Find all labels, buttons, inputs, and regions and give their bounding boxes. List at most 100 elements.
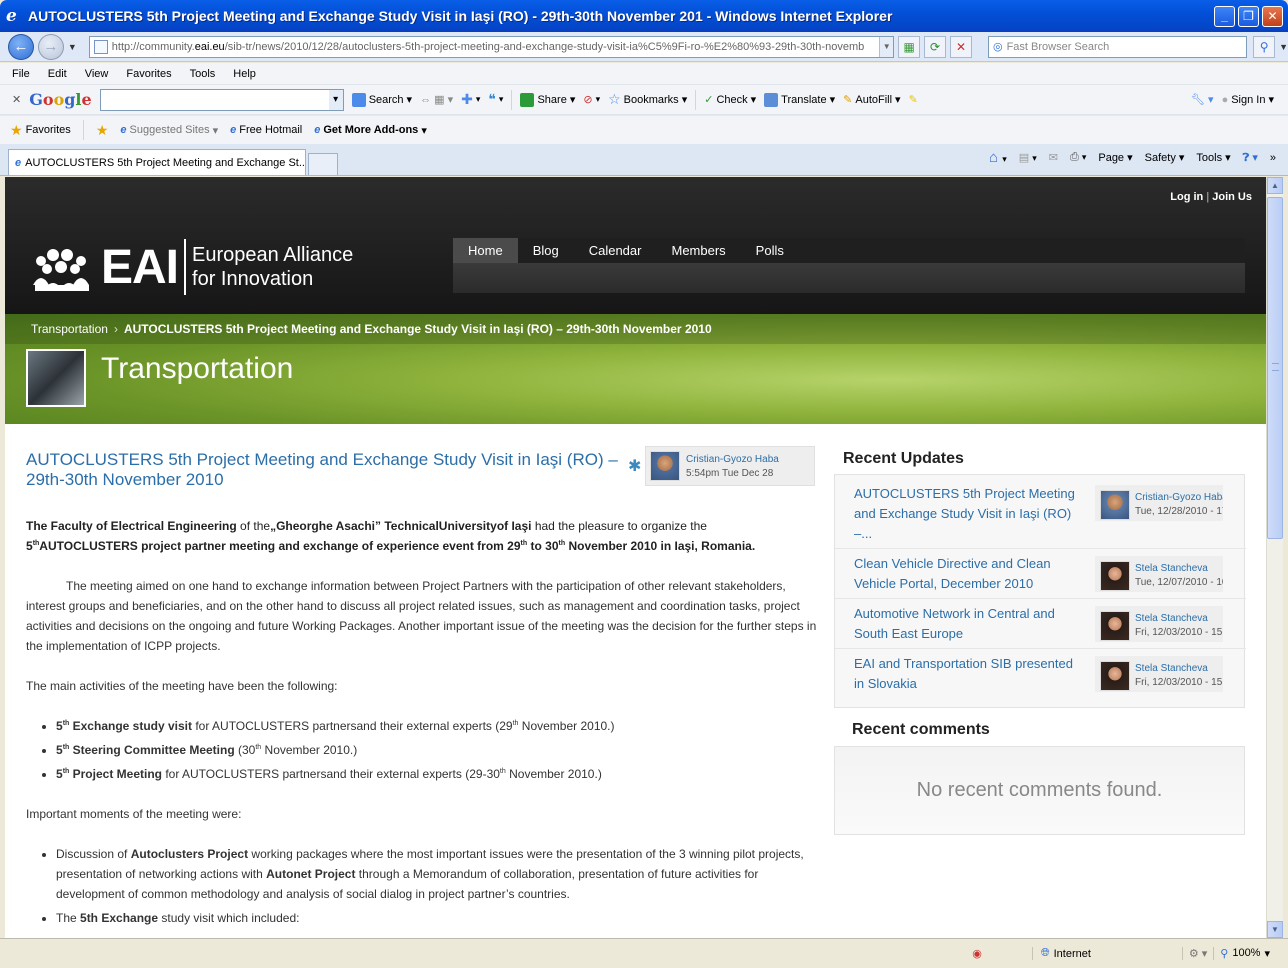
close-toolbar-icon[interactable]: ✕ bbox=[12, 93, 21, 106]
author-avatar[interactable] bbox=[650, 451, 680, 481]
print-icon[interactable]: ⎙ ▾ bbox=[1070, 151, 1086, 164]
mail-icon[interactable]: ✉ bbox=[1049, 151, 1058, 164]
nav-members[interactable]: Members bbox=[656, 238, 740, 263]
feeds-icon[interactable]: ▤ ▾ bbox=[1019, 151, 1037, 164]
update-author[interactable]: Stela Stancheva bbox=[1135, 613, 1223, 624]
avatar[interactable] bbox=[1100, 561, 1130, 591]
menu-tools[interactable]: Tools bbox=[190, 68, 216, 80]
get-more-addons-link[interactable]: e Get More Add-ons ▾ bbox=[314, 124, 427, 137]
close-window-button[interactable]: ✕ bbox=[1262, 5, 1283, 27]
safety-menu[interactable]: Safety ▾ bbox=[1145, 151, 1185, 164]
update-title-link[interactable]: Automotive Network in Central and South … bbox=[854, 604, 1086, 644]
share-icon bbox=[520, 92, 535, 107]
highlighter-icon[interactable]: ✎ bbox=[909, 93, 918, 106]
history-dropdown-icon[interactable]: ▼ bbox=[68, 42, 77, 52]
home-icon[interactable]: ⌂ ▾ bbox=[989, 149, 1007, 166]
add-favorites-icon[interactable]: ★ bbox=[96, 122, 109, 139]
popup-blocker-button[interactable]: ⊘ ▾ bbox=[583, 93, 600, 106]
update-date: Tue, 12/28/2010 - 17:54 bbox=[1135, 506, 1223, 517]
update-title-link[interactable]: EAI and Transportation SIB presented in … bbox=[854, 654, 1086, 694]
search-go-icon[interactable]: ⚲ bbox=[1253, 35, 1276, 58]
refresh-icon[interactable]: ⟳ bbox=[924, 35, 947, 58]
address-dropdown-icon[interactable]: ▼ bbox=[879, 36, 894, 57]
update-title-link[interactable]: Clean Vehicle Directive and Clean Vehicl… bbox=[854, 554, 1086, 594]
more-commands-icon[interactable]: » bbox=[1270, 152, 1276, 164]
avatar[interactable] bbox=[1100, 490, 1130, 520]
page-options-button[interactable]: ⇔ ▦ ▾ bbox=[420, 93, 453, 106]
zoom-control[interactable]: ⚲ 100% ▾ bbox=[1213, 947, 1288, 960]
chat-button[interactable]: ❝ ▾ bbox=[488, 91, 503, 108]
minimize-button[interactable]: _ bbox=[1214, 5, 1235, 27]
update-author[interactable]: Stela Stancheva bbox=[1135, 663, 1223, 674]
login-links: Log in | Join Us bbox=[1170, 191, 1252, 203]
menu-file[interactable]: File bbox=[12, 68, 30, 80]
check-button[interactable]: ✓ Check ▾ bbox=[704, 93, 756, 107]
free-hotmail-link[interactable]: e Free Hotmail bbox=[230, 124, 302, 136]
google-logo[interactable]: Google bbox=[29, 90, 91, 109]
menu-edit[interactable]: Edit bbox=[48, 68, 67, 80]
favorites-button[interactable]: ★ Favorites bbox=[10, 122, 71, 139]
site-header: Log in | Join Us EAI European Alliance fo… bbox=[5, 177, 1266, 314]
help-icon[interactable]: ❓︎ ▾ bbox=[1243, 151, 1258, 165]
sign-in-button[interactable]: ● Sign In ▾ bbox=[1222, 93, 1274, 107]
spellcheck-icon: ✓ bbox=[704, 94, 714, 106]
eai-logo[interactable]: EAI European Alliance for Innovation bbox=[31, 239, 353, 295]
join-link[interactable]: Join Us bbox=[1212, 191, 1252, 203]
nav-polls[interactable]: Polls bbox=[741, 238, 799, 263]
forward-button[interactable]: → bbox=[37, 33, 64, 60]
scroll-down-icon[interactable]: ▼ bbox=[1267, 921, 1283, 938]
favorites-bar: ★ Favorites ★ e Suggested Sites ▾ e Free Ho… bbox=[0, 116, 1288, 144]
privacy-icon[interactable]: ◉ bbox=[972, 947, 982, 960]
menu-view[interactable]: View bbox=[85, 68, 109, 80]
update-author[interactable]: Cristian-Gyozo Haba bbox=[1135, 492, 1223, 503]
tab-autoclusters[interactable]: e AUTOCLUSTERS 5th Project Meeting and E… bbox=[8, 149, 306, 175]
translate-icon bbox=[764, 92, 779, 107]
avatar[interactable] bbox=[1100, 611, 1130, 641]
new-tab-button[interactable] bbox=[308, 153, 338, 175]
list-item: Automotive Network in Central and South … bbox=[835, 599, 1246, 649]
update-author[interactable]: Stela Stancheva bbox=[1135, 563, 1223, 574]
login-link[interactable]: Log in bbox=[1170, 191, 1203, 203]
menu-help[interactable]: Help bbox=[233, 68, 256, 80]
nav-calendar[interactable]: Calendar bbox=[574, 238, 657, 263]
ie-logo-icon: e bbox=[6, 5, 17, 26]
author-name[interactable]: Cristian-Gyozo Haba bbox=[686, 454, 779, 465]
nav-blog[interactable]: Blog bbox=[518, 238, 574, 263]
list-item: AUTOCLUSTERS 5th Project Meeting and Exc… bbox=[835, 475, 1246, 549]
share-button[interactable]: Share ▾ bbox=[520, 92, 575, 107]
address-bar[interactable]: http://community.eai.eu/sib-tr/news/2010… bbox=[88, 35, 895, 58]
ie-small-icon: e bbox=[120, 124, 127, 136]
status-bar: ◉ 🌐︎ Internet ⚙ ▾ ⚲ 100% ▾ bbox=[0, 938, 1288, 968]
google-search-button[interactable]: Search ▾ bbox=[351, 92, 412, 107]
scroll-thumb[interactable] bbox=[1267, 197, 1283, 539]
compatibility-view-icon[interactable]: ▦ bbox=[898, 35, 921, 58]
breadcrumb-parent[interactable]: Transportation bbox=[31, 322, 108, 336]
update-title-link[interactable]: AUTOCLUSTERS 5th Project Meeting and Exc… bbox=[854, 484, 1086, 544]
page-menu[interactable]: Page ▾ bbox=[1098, 151, 1132, 164]
breadcrumb: Transportation › AUTOCLUSTERS 5th Projec… bbox=[31, 322, 712, 336]
autofill-button[interactable]: ✎ AutoFill ▾ bbox=[843, 93, 900, 107]
menu-favorites[interactable]: Favorites bbox=[126, 68, 171, 80]
command-bar: ⌂ ▾ ▤ ▾ ✉ ⎙ ▾ Page ▾ Safety ▾ Tools ▾ ❓︎… bbox=[989, 149, 1276, 166]
protected-mode-icon[interactable]: ⚙ ▾ bbox=[1181, 947, 1213, 960]
suggested-sites-link[interactable]: e Suggested Sites ▾ bbox=[120, 124, 218, 137]
translate-button[interactable]: Translate ▾ bbox=[764, 92, 835, 107]
address-url[interactable]: http://community.eai.eu/sib-tr/news/2010… bbox=[112, 41, 879, 53]
list-item: The 5th Exchange study visit which inclu… bbox=[56, 908, 818, 928]
wrench-icon[interactable]: 🔧︎ ▾ bbox=[1191, 93, 1214, 106]
tools-menu[interactable]: Tools ▾ bbox=[1196, 151, 1230, 164]
logo-tagline: European Alliance for Innovation bbox=[192, 244, 354, 290]
nav-home[interactable]: Home bbox=[453, 238, 518, 263]
search-input[interactable]: ◎ Fast Browser Search bbox=[987, 35, 1248, 58]
scroll-up-icon[interactable]: ▲ bbox=[1267, 177, 1283, 194]
add-button[interactable]: ✚ ▾ bbox=[461, 91, 480, 108]
avatar[interactable] bbox=[1100, 661, 1130, 691]
stop-icon[interactable]: ✕ bbox=[950, 35, 972, 58]
bookmarks-button[interactable]: ☆ Bookmarks ▾ bbox=[608, 91, 687, 108]
vertical-scrollbar[interactable]: ▲ ▼ bbox=[1266, 177, 1283, 938]
maximize-button[interactable]: ❐ bbox=[1238, 5, 1259, 27]
back-button[interactable]: ← bbox=[8, 33, 34, 60]
main-content: AUTOCLUSTERS 5th Project Meeting and Exc… bbox=[5, 424, 1266, 938]
google-search-input[interactable] bbox=[99, 88, 344, 111]
search-options-icon[interactable]: ▼ bbox=[1279, 42, 1288, 52]
